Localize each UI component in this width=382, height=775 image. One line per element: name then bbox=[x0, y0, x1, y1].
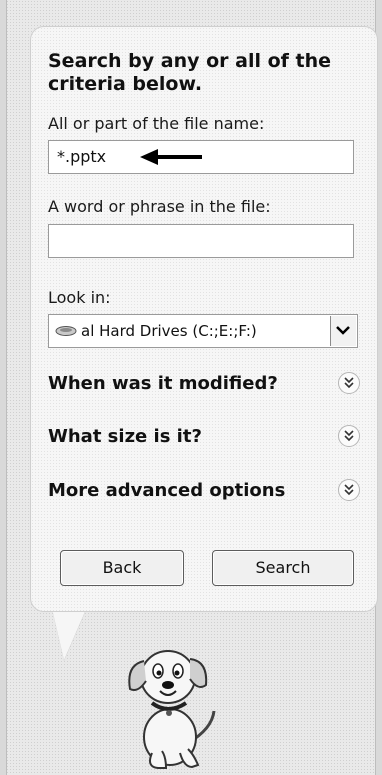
section-label: When was it modified? bbox=[48, 373, 278, 394]
phrase-input[interactable] bbox=[48, 224, 354, 258]
search-button[interactable]: Search bbox=[212, 550, 354, 586]
section-what-size[interactable]: What size is it? bbox=[48, 422, 366, 452]
back-button[interactable]: Back bbox=[60, 550, 184, 586]
annotation-arrow-icon bbox=[140, 149, 202, 165]
section-when-modified[interactable]: When was it modified? bbox=[48, 369, 366, 399]
lookin-label: Look in: bbox=[48, 288, 111, 307]
chevron-double-down-icon[interactable] bbox=[338, 425, 360, 447]
chevron-down-icon bbox=[336, 326, 350, 335]
left-frame-border bbox=[0, 0, 7, 775]
section-label: What size is it? bbox=[48, 426, 202, 447]
search-heading: Search by any or all of the criteria bel… bbox=[48, 50, 332, 95]
section-label: More advanced options bbox=[48, 480, 286, 501]
search-companion-dog-icon[interactable] bbox=[100, 625, 230, 770]
chevron-double-down-icon[interactable] bbox=[338, 479, 360, 501]
lookin-value: al Hard Drives (C:;E:;F:) bbox=[81, 322, 257, 340]
chevron-double-down-icon[interactable] bbox=[338, 372, 360, 394]
phrase-label: A word or phrase in the file: bbox=[48, 197, 271, 216]
lookin-dropdown-button[interactable] bbox=[330, 316, 356, 346]
filename-label: All or part of the file name: bbox=[48, 114, 265, 133]
lookin-select[interactable]: al Hard Drives (C:;E:;F:) bbox=[48, 314, 358, 348]
section-more-advanced[interactable]: More advanced options bbox=[48, 476, 366, 506]
hard-drive-icon bbox=[55, 326, 77, 336]
